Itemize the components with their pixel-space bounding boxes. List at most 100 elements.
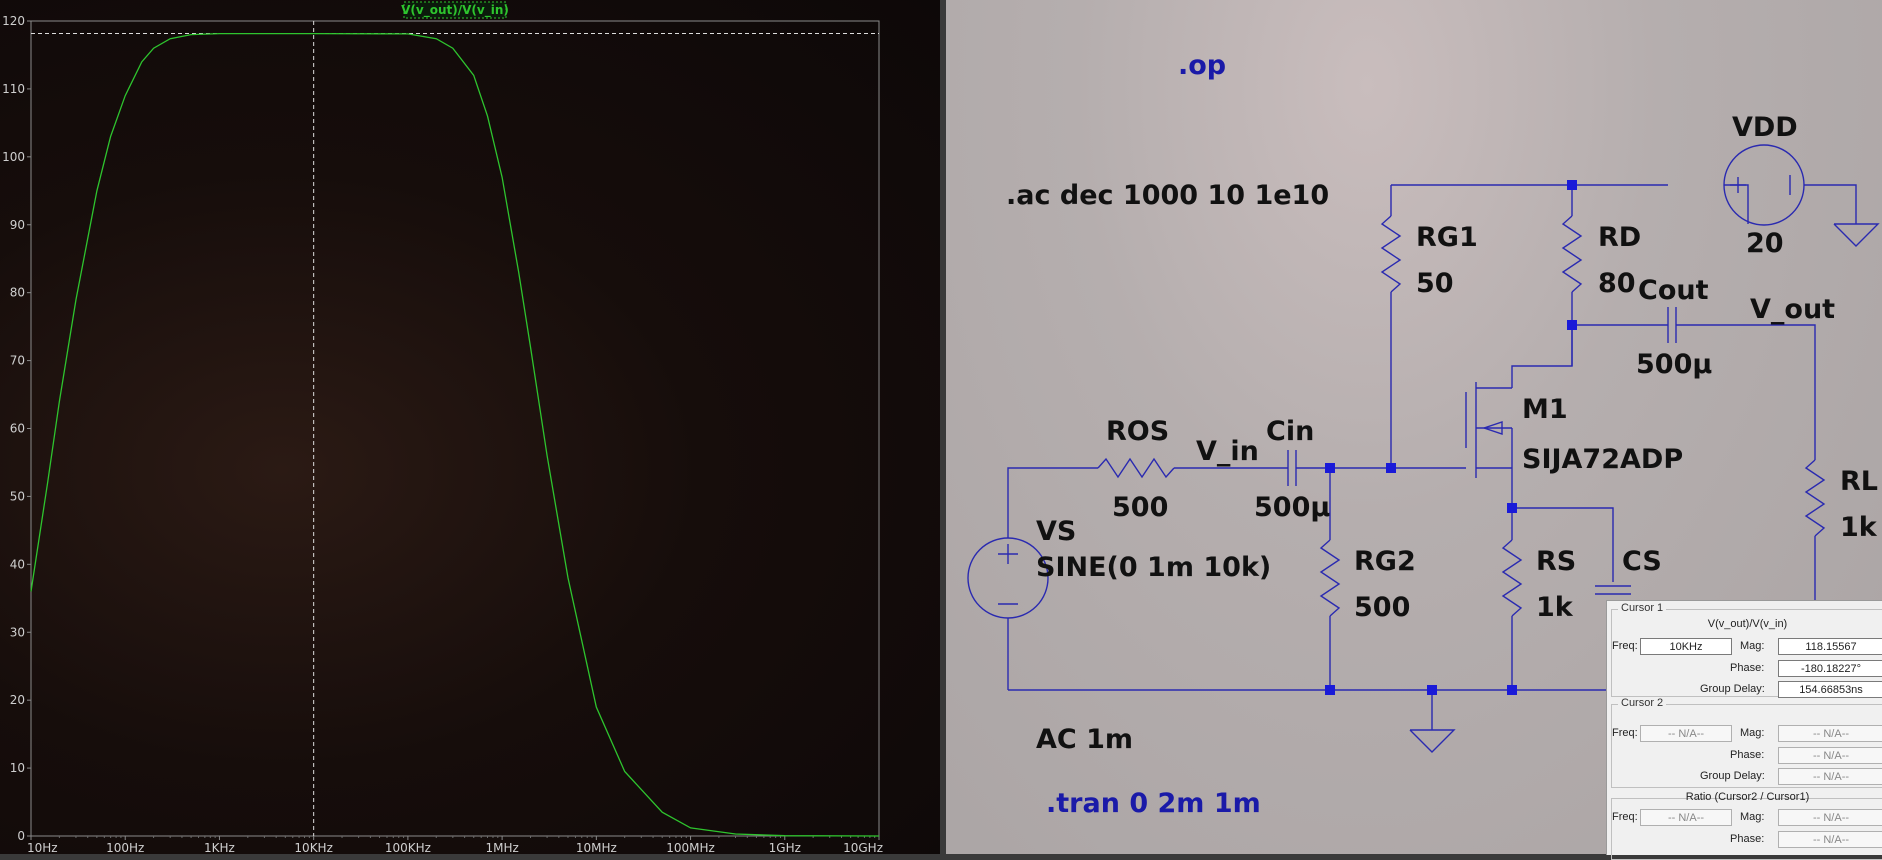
vdd-ground-symbol (1833, 223, 1880, 247)
rd-name[interactable]: RD (1598, 222, 1641, 253)
ratio-phase-label: Phase: (1730, 833, 1765, 845)
resistor-rg2-symbol[interactable] (1319, 539, 1341, 617)
ratio-title: Ratio (Cursor2 / Cursor1) (1685, 791, 1810, 803)
y-tick-label: 70 (10, 354, 25, 368)
junction-source (1507, 503, 1517, 513)
cursor-1-gd-field: 154.66853ns (1778, 681, 1882, 698)
x-tick-label: 100MHz (666, 841, 715, 854)
resistor-rl-symbol[interactable] (1804, 459, 1826, 537)
cursor-1-trace: V(v_out)/V(v_in) (1707, 618, 1788, 630)
y-tick-label: 120 (2, 14, 25, 28)
cursor-2-group: Cursor 2 Freq: -- N/A-- Mag: -- N/A-- Ph… (1611, 697, 1882, 788)
x-tick-label: 1GHz (769, 841, 801, 854)
y-tick-label: 80 (10, 286, 25, 300)
cursor-1-title: Cursor 1 (1618, 602, 1667, 614)
ros-value[interactable]: 500 (1112, 492, 1168, 523)
ground-symbol (1409, 729, 1456, 753)
rg1-value[interactable]: 50 (1416, 268, 1454, 299)
cout-value[interactable]: 500µ (1636, 349, 1712, 380)
m1-name[interactable]: M1 (1522, 394, 1568, 425)
cs-name[interactable]: CS (1622, 546, 1662, 577)
cursor-1-mag-field: 118.15567 (1778, 638, 1882, 655)
cursor-2-phase-label: Phase: (1730, 749, 1765, 761)
resistor-rg1-symbol[interactable] (1380, 215, 1402, 293)
directive-ac[interactable]: .ac dec 1000 10 1e10 (1006, 180, 1329, 211)
y-tick-label: 100 (2, 150, 25, 164)
x-tick-label: 10MHz (576, 841, 617, 854)
rg1-name[interactable]: RG1 (1416, 222, 1478, 253)
waveform-viewer[interactable]: 0 10 20 30 40 50 60 70 80 90 100 110 120 10Hz 100Hz 1K… (0, 0, 940, 854)
x-tick-label: 1MHz (485, 841, 518, 854)
cursor-1-freq-field[interactable]: 10KHz (1640, 638, 1732, 655)
cursor-1-mag-label: Mag: (1740, 640, 1765, 652)
x-tick-label: 1KHz (204, 841, 235, 854)
x-axis: 10Hz 100Hz 1KHz 10KHz 100KHz 1MHz 10MHz 100MHz 1… (27, 836, 883, 854)
vs-ac[interactable]: AC 1m (1036, 724, 1133, 755)
wire-drain (1511, 325, 1573, 388)
cursor-2-title: Cursor 2 (1618, 697, 1667, 709)
rl-name[interactable]: RL (1840, 466, 1878, 497)
cin-name[interactable]: Cin (1266, 416, 1314, 447)
wire-vout (1676, 324, 1816, 460)
vdd-to-ground (1804, 184, 1857, 224)
x-tick-label: 10GHz (843, 841, 883, 854)
rs-value[interactable]: 1k (1536, 592, 1574, 623)
cursor-2-gd-field: -- N/A-- (1778, 768, 1882, 785)
ratio-mag-field: -- N/A-- (1778, 809, 1882, 826)
cursor-1-phase-field: -180.18227° (1778, 660, 1882, 677)
rg2-value[interactable]: 500 (1354, 592, 1410, 623)
junction-gnd-rg2 (1325, 685, 1335, 695)
resistor-rd-symbol[interactable] (1561, 215, 1583, 293)
vdd-value[interactable]: 20 (1746, 228, 1784, 259)
cout-name[interactable]: Cout (1638, 275, 1709, 306)
cursor-readout-panel[interactable]: Cursor 1 V(v_out)/V(v_in) Freq: 10KHz Ma… (1606, 600, 1882, 860)
y-tick-label: 30 (10, 625, 25, 639)
junction-gate-rg2 (1325, 463, 1335, 473)
vs-name[interactable]: VS (1036, 516, 1076, 547)
junction-gnd-rs (1507, 685, 1517, 695)
junction-gate-rg1 (1386, 463, 1396, 473)
cin-value[interactable]: 500µ (1254, 492, 1330, 523)
net-label-vout[interactable]: V_out (1750, 294, 1835, 325)
cursor-1-group: Cursor 1 V(v_out)/V(v_in) Freq: 10KHz Ma… (1611, 602, 1882, 698)
x-tick-label: 10Hz (27, 841, 58, 854)
ros-name[interactable]: ROS (1106, 416, 1169, 447)
cursor-2-phase-field: -- N/A-- (1778, 747, 1882, 764)
rd-value[interactable]: 80 (1598, 268, 1636, 299)
wire-vdd-ground (1724, 184, 1749, 224)
rs-name[interactable]: RS (1536, 546, 1576, 577)
y-axis: 0 10 20 30 40 50 60 70 80 90 100 110 120 (2, 14, 31, 843)
y-tick-label: 60 (10, 422, 25, 436)
cursor-2-freq-label: Freq: (1612, 727, 1638, 739)
net-label-vin[interactable]: V_in (1196, 436, 1259, 467)
directive-tran[interactable]: .tran 0 2m 1m (1046, 788, 1261, 819)
y-tick-label: 40 (10, 557, 25, 571)
resistor-ros-symbol[interactable] (1097, 457, 1175, 479)
cursor-1-phase-label: Phase: (1730, 662, 1765, 674)
y-tick-label: 110 (2, 82, 25, 96)
cursor-1-freq-label: Freq: (1612, 640, 1638, 652)
m1-model[interactable]: SIJA72ADP (1522, 444, 1683, 475)
vs-value[interactable]: SINE(0 1m 10k) (1036, 552, 1271, 583)
junction-drain (1567, 320, 1577, 330)
y-tick-label: 10 (10, 761, 25, 775)
y-tick-label: 0 (17, 829, 25, 843)
x-tick-label: 100Hz (106, 841, 144, 854)
x-tick-label: 10KHz (294, 841, 332, 854)
bode-plot[interactable]: 0 10 20 30 40 50 60 70 80 90 100 110 120 10Hz 100Hz 1K… (0, 0, 940, 854)
trace-label[interactable]: V(v_out)/V(v_in) (401, 3, 509, 18)
ratio-freq-label: Freq: (1612, 811, 1638, 823)
cursor-2-mag-field: -- N/A-- (1778, 725, 1882, 742)
junction-vdd-rd (1567, 180, 1577, 190)
rg2-name[interactable]: RG2 (1354, 546, 1416, 577)
ratio-phase-field: -- N/A-- (1778, 831, 1882, 848)
directive-op[interactable]: .op (1178, 50, 1226, 81)
vdd-name[interactable]: VDD (1732, 112, 1798, 143)
trace-vout-vin[interactable] (30, 32, 880, 837)
resistor-rs-symbol[interactable] (1501, 539, 1523, 617)
cursor-2-gd-label: Group Delay: (1700, 770, 1765, 782)
cursor-2-freq-field[interactable]: -- N/A-- (1640, 725, 1732, 742)
rl-value[interactable]: 1k (1840, 512, 1878, 543)
ratio-freq-field: -- N/A-- (1640, 809, 1732, 826)
x-tick-label: 100KHz (385, 841, 431, 854)
